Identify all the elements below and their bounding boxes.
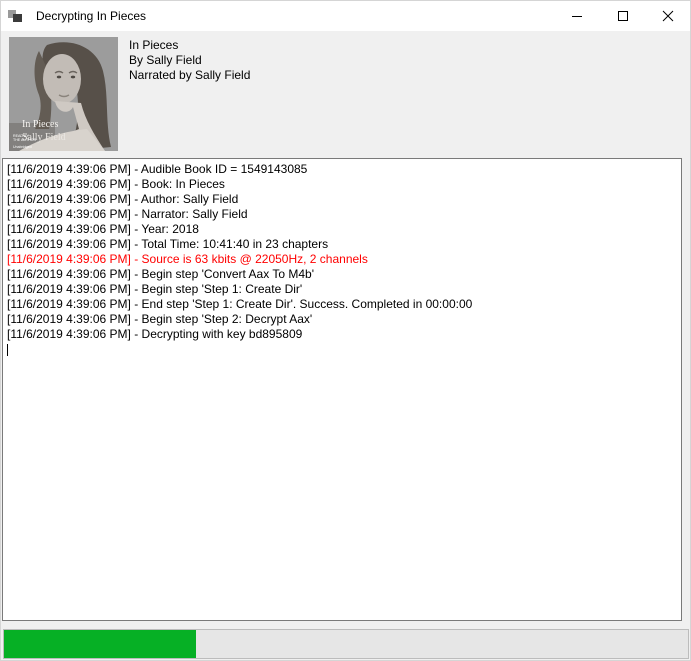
log-textbox[interactable]: [11/6/2019 4:39:06 PM] - Audible Book ID… bbox=[2, 158, 682, 621]
log-line: [11/6/2019 4:39:06 PM] - Author: Sally F… bbox=[7, 192, 677, 207]
log-line: [11/6/2019 4:39:06 PM] - Source is 63 kb… bbox=[7, 252, 677, 267]
log-line: [11/6/2019 4:39:06 PM] - Decrypting with… bbox=[7, 327, 677, 342]
log-line: [11/6/2019 4:39:06 PM] - End step 'Step … bbox=[7, 297, 677, 312]
log-line: [11/6/2019 4:39:06 PM] - Begin step 'Ste… bbox=[7, 282, 677, 297]
maximize-button[interactable] bbox=[600, 1, 646, 31]
log-line: [11/6/2019 4:39:06 PM] - Total Time: 10:… bbox=[7, 237, 677, 252]
cover-readby-line2: THE AUTHOR bbox=[13, 138, 37, 142]
log-line: [11/6/2019 4:39:06 PM] - Book: In Pieces bbox=[7, 177, 677, 192]
window-title: Decrypting In Pieces bbox=[36, 1, 146, 31]
progress-bar bbox=[3, 629, 689, 659]
cover-art: In Pieces Sally Field READ BY THE AUTHOR… bbox=[9, 37, 118, 151]
progress-fill bbox=[4, 630, 196, 658]
text-caret bbox=[7, 344, 8, 356]
log-line: [11/6/2019 4:39:06 PM] - Begin step 'Con… bbox=[7, 267, 677, 282]
log-line: [11/6/2019 4:39:06 PM] - Audible Book ID… bbox=[7, 162, 677, 177]
minimize-button[interactable] bbox=[554, 1, 600, 31]
book-author: By Sally Field bbox=[129, 53, 250, 68]
maximize-icon bbox=[618, 11, 628, 21]
close-button[interactable] bbox=[646, 1, 690, 31]
log-line: [11/6/2019 4:39:06 PM] - Narrator: Sally… bbox=[7, 207, 677, 222]
app-icon bbox=[8, 8, 24, 24]
titlebar[interactable]: Decrypting In Pieces bbox=[1, 1, 690, 31]
log-line: [11/6/2019 4:39:06 PM] - Begin step 'Ste… bbox=[7, 312, 677, 327]
book-cover-image: In Pieces Sally Field READ BY THE AUTHOR… bbox=[9, 37, 118, 151]
log-line: [11/6/2019 4:39:06 PM] - Year: 2018 bbox=[7, 222, 677, 237]
book-title: In Pieces bbox=[129, 38, 250, 53]
cover-title-text: In Pieces bbox=[22, 119, 58, 130]
app-window: Decrypting In Pieces bbox=[0, 0, 691, 661]
close-icon bbox=[662, 10, 674, 22]
minimize-icon bbox=[572, 16, 582, 17]
book-meta: In Pieces By Sally Field Narrated by Sal… bbox=[129, 38, 250, 83]
cover-unabridged: Unabridged bbox=[13, 145, 32, 149]
book-narrator: Narrated by Sally Field bbox=[129, 68, 250, 83]
caret-line bbox=[7, 342, 677, 357]
